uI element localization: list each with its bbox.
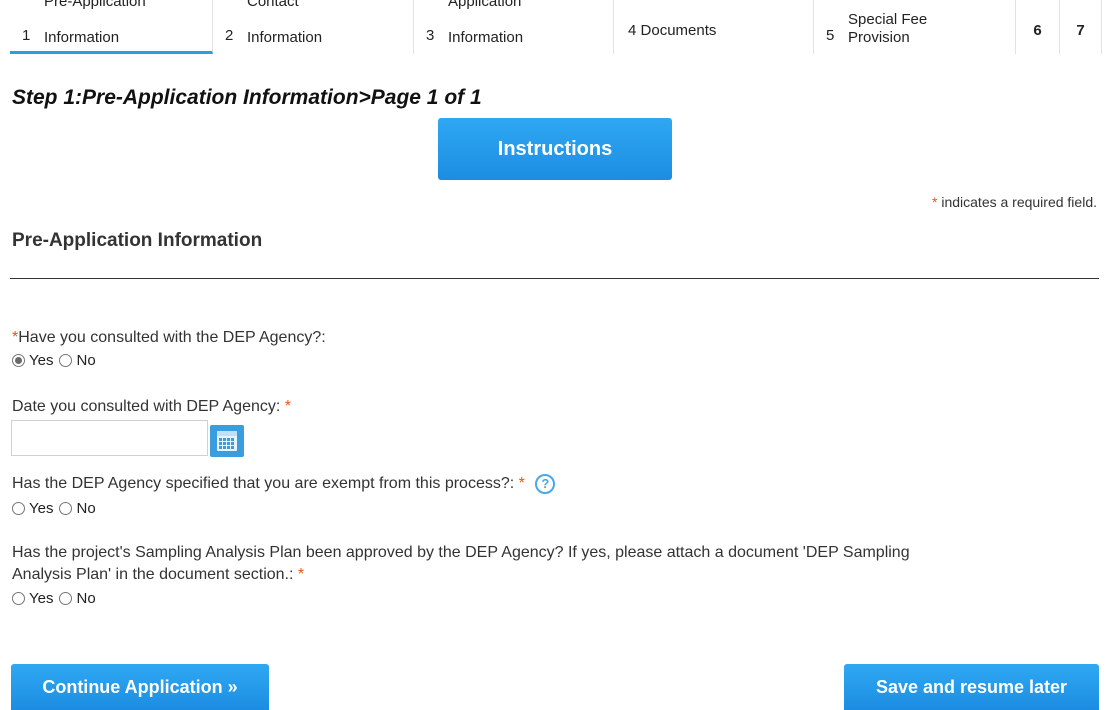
tab-special-fee-provision[interactable]: 5 Special Fee Provision xyxy=(814,0,1016,54)
tab-label: 4 Documents xyxy=(628,22,717,39)
required-star: * xyxy=(284,398,291,415)
tab-label-line2: Provision xyxy=(848,29,910,46)
q4-label-line1: Has the project's Sampling Analysis Plan… xyxy=(12,544,910,561)
tab-label-line1: Pre-Application xyxy=(44,0,146,10)
required-star: * xyxy=(518,475,525,492)
tab-pre-application-information[interactable]: 1 Pre-Application Information xyxy=(10,0,213,54)
tab-label-line2: Information xyxy=(448,29,524,46)
q3-radio-group: Yes No xyxy=(12,500,102,517)
q3-yes-label: Yes xyxy=(29,500,54,517)
consult-date-input[interactable] xyxy=(11,420,208,456)
q2-label: Date you consulted with DEP Agency: * xyxy=(12,396,291,418)
required-note-text: indicates a required field. xyxy=(941,194,1097,210)
step-title: Step 1:Pre-Application Information>Page … xyxy=(12,86,482,109)
q3-label-text: Has the DEP Agency specified that you ar… xyxy=(12,475,515,492)
q3-no-label: No xyxy=(76,500,96,517)
q1-label-text: Have you consulted with the DEP Agency?: xyxy=(18,329,326,346)
q4-yes-radio[interactable] xyxy=(12,592,25,605)
instructions-button[interactable]: Instructions xyxy=(438,118,672,180)
section-title: Pre-Application Information xyxy=(12,230,263,251)
tab-step-7[interactable]: 7 xyxy=(1060,0,1102,54)
tab-label-line2: Information xyxy=(44,29,120,46)
tab-application-information[interactable]: 3 Application Information xyxy=(414,0,614,54)
tab-number: 5 xyxy=(826,27,835,44)
tab-number: 7 xyxy=(1076,22,1085,39)
q4-label: Has the project's Sampling Analysis Plan… xyxy=(12,542,1097,586)
required-field-note: * indicates a required field. xyxy=(932,194,1097,210)
required-star: * xyxy=(932,194,938,210)
tab-number: 1 xyxy=(22,27,31,44)
required-star: * xyxy=(297,566,305,583)
tab-number: 3 xyxy=(426,27,435,44)
continue-application-button[interactable]: Continue Application » xyxy=(11,664,269,710)
q4-label-line2: Analysis Plan' in the document section.: xyxy=(12,566,294,583)
tab-label-line1: Contact xyxy=(247,0,299,10)
tab-contact-information[interactable]: 2 Contact Information xyxy=(213,0,414,54)
q4-radio-group: Yes No xyxy=(12,590,102,607)
q1-radio-group: Yes No xyxy=(12,352,102,369)
tab-number: 2 xyxy=(225,27,234,44)
q4-no-label: No xyxy=(76,590,96,607)
tab-number: 6 xyxy=(1033,22,1042,39)
q2-label-text: Date you consulted with DEP Agency: xyxy=(12,398,281,415)
q1-no-radio[interactable] xyxy=(59,354,73,367)
q1-no-label: No xyxy=(76,352,96,369)
tab-label-line1: Application xyxy=(448,0,522,10)
q3-yes-radio[interactable] xyxy=(12,502,25,515)
tab-label-line1: Special Fee xyxy=(848,11,928,28)
tab-documents[interactable]: 4 Documents xyxy=(614,0,814,54)
help-icon[interactable]: ? xyxy=(535,473,556,494)
step-tabs: 1 Pre-Application Information 2 Contact … xyxy=(10,0,1102,55)
q1-yes-radio[interactable] xyxy=(12,354,25,367)
calendar-icon[interactable] xyxy=(210,425,244,457)
q3-no-radio[interactable] xyxy=(59,502,73,515)
q1-label: *Have you consulted with the DEP Agency?… xyxy=(12,327,326,349)
q1-yes-label: Yes xyxy=(29,352,54,369)
q3-label: Has the DEP Agency specified that you ar… xyxy=(12,473,556,495)
q4-yes-label: Yes xyxy=(29,590,54,607)
q4-no-radio[interactable] xyxy=(59,592,73,605)
section-divider xyxy=(10,278,1099,279)
save-and-resume-later-button[interactable]: Save and resume later xyxy=(844,664,1099,710)
tab-label-line2: Information xyxy=(247,29,323,46)
tab-step-6[interactable]: 6 xyxy=(1016,0,1060,54)
